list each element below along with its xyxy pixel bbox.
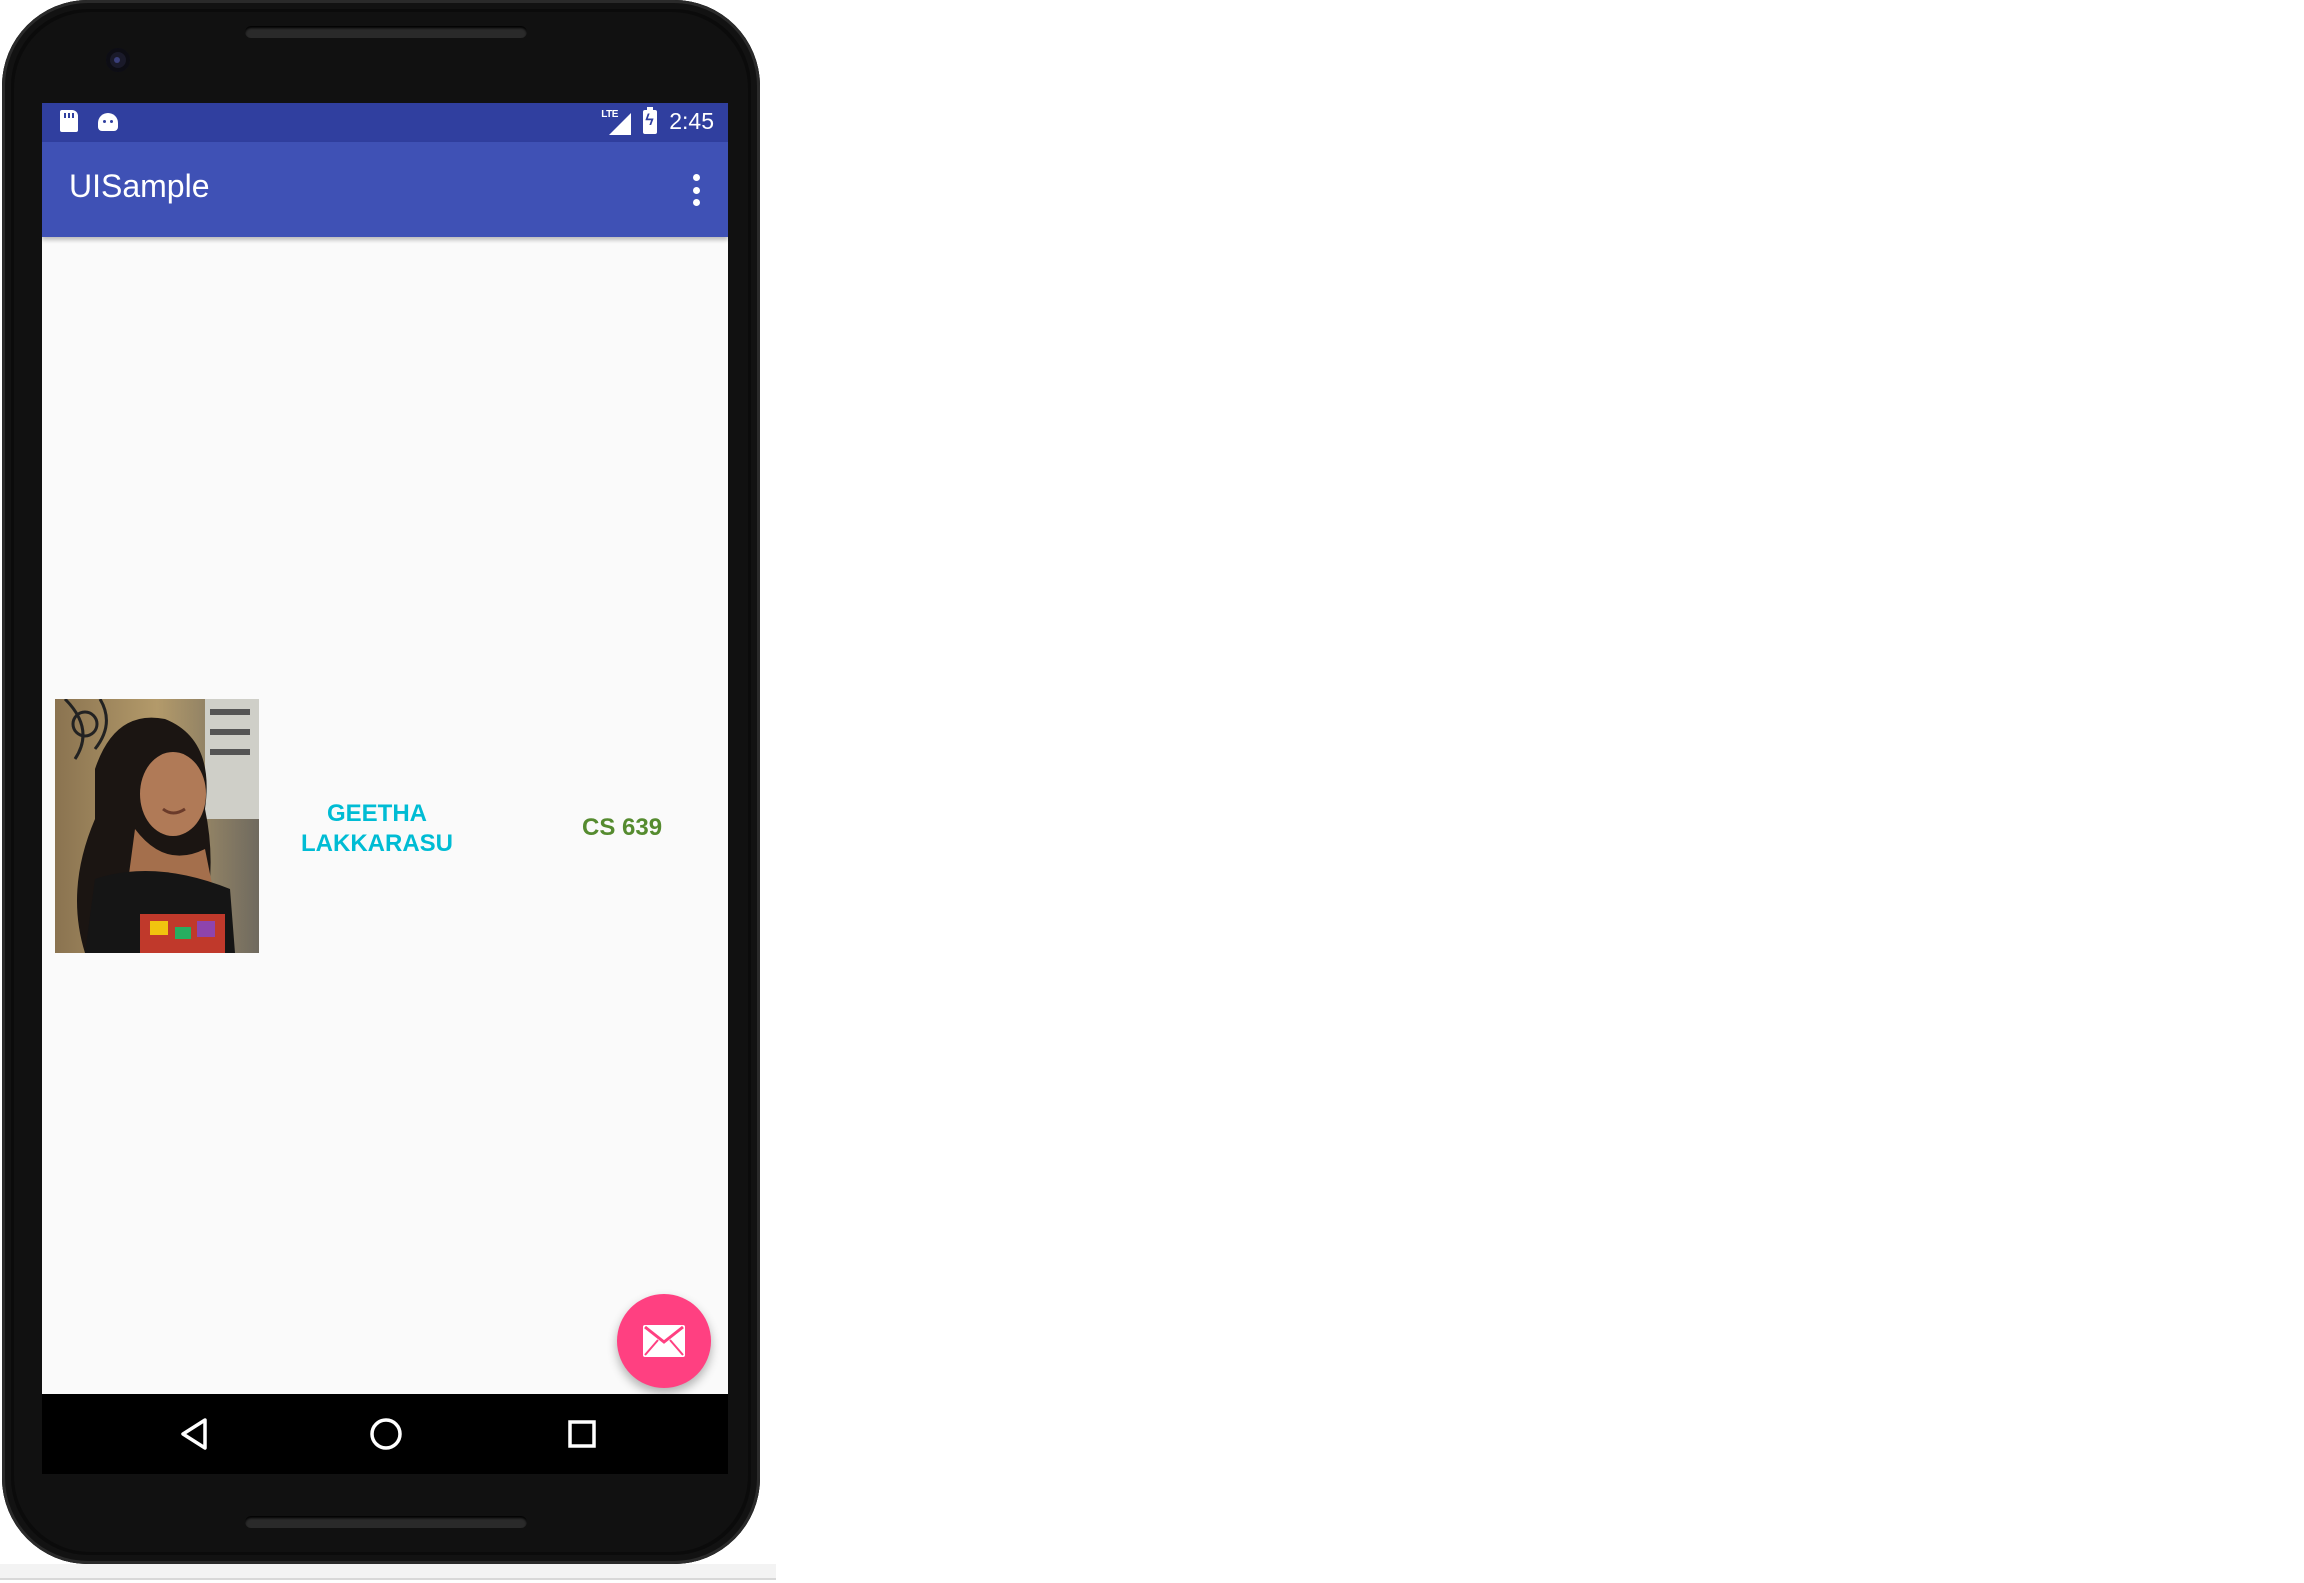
status-notifications	[60, 110, 118, 132]
app-toolbar: UISample	[42, 142, 728, 237]
back-triangle-shape	[181, 1418, 207, 1450]
sd-card-icon	[60, 110, 78, 132]
bottom-speaker-grille	[245, 1516, 527, 1528]
status-bar: LTE 2:45	[42, 103, 728, 142]
status-clock: 2:45	[669, 108, 714, 134]
emulator-bottom-divider	[0, 1578, 776, 1580]
overflow-dot	[692, 199, 700, 206]
status-system-icons: LTE 2:45	[601, 106, 714, 135]
battery-charging-icon	[643, 106, 658, 134]
student-name: GEETHA LAKKARASU	[301, 800, 453, 857]
signal-strength-shape	[609, 112, 632, 135]
app-title: UISample	[69, 168, 210, 204]
navigation-bar	[42, 1394, 728, 1474]
back-icon[interactable]	[177, 1416, 213, 1452]
home-icon[interactable]	[368, 1416, 404, 1452]
front-camera	[106, 48, 130, 72]
overflow-dot	[692, 186, 700, 194]
recents-square-shape	[568, 1420, 596, 1448]
home-circle-shape	[370, 1418, 402, 1450]
profile-photo-image	[55, 699, 259, 953]
android-icon	[98, 113, 118, 131]
profile-row: GEETHA LAKKARASU CS 639	[42, 699, 728, 953]
overflow-dot	[692, 174, 700, 181]
profile-photo	[55, 699, 259, 953]
top-speaker-grille	[245, 26, 527, 38]
phone-frame: LTE 2:45 UISample	[2, 0, 760, 1564]
device-screen: LTE 2:45 UISample	[42, 103, 728, 1474]
recents-icon[interactable]	[564, 1416, 600, 1452]
more-vert-icon[interactable]	[690, 172, 702, 208]
email-icon	[643, 1325, 685, 1357]
course-label: CS 639	[582, 814, 663, 841]
emulator-canvas: LTE 2:45 UISample	[0, 0, 2304, 1583]
email-fab-button[interactable]	[617, 1294, 711, 1388]
lte-signal-icon: LTE	[601, 109, 632, 135]
